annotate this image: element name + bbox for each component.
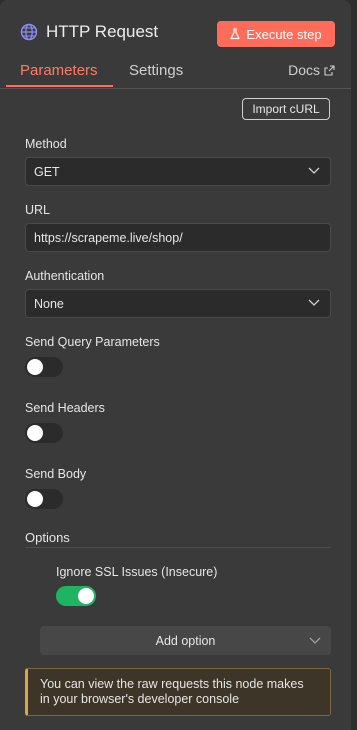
toggle-knob: [27, 359, 43, 375]
panel-header: HTTP Request Execute step: [0, 0, 351, 62]
url-input[interactable]: https://scrapeme.live/shop/: [25, 223, 331, 252]
scrollbar[interactable]: [351, 0, 357, 730]
external-link-icon: [324, 64, 335, 76]
send-body-toggle[interactable]: [25, 489, 63, 509]
options-heading: Options: [25, 530, 70, 545]
method-value: GET: [34, 164, 60, 179]
send-headers-toggle[interactable]: [25, 423, 63, 443]
method-label: Method: [25, 137, 67, 151]
authentication-value: None: [34, 296, 64, 311]
add-option-dropdown[interactable]: Add option: [40, 626, 331, 655]
send-body-label: Send Body: [25, 467, 87, 481]
globe-icon: [20, 23, 38, 41]
method-select[interactable]: GET: [25, 157, 331, 186]
ignore-ssl-toggle[interactable]: [56, 586, 96, 606]
execute-step-label: Execute step: [246, 26, 322, 42]
send-query-label: Send Query Parameters: [25, 335, 160, 349]
node-panel: HTTP Request Execute step Parameters Set…: [0, 0, 351, 730]
execute-step-button[interactable]: Execute step: [217, 21, 335, 47]
chevron-down-icon: [308, 299, 320, 306]
toggle-knob: [78, 588, 94, 604]
active-tab-indicator: [6, 85, 113, 87]
import-curl-button[interactable]: Import cURL: [242, 98, 330, 120]
toggle-knob: [27, 425, 43, 441]
docs-label: Docs: [288, 62, 320, 78]
authentication-label: Authentication: [25, 269, 105, 283]
notice-line-1: You can view the raw requests this node …: [40, 677, 304, 691]
ignore-ssl-label: Ignore SSL Issues (Insecure): [56, 565, 218, 579]
add-option-label: Add option: [155, 633, 216, 648]
options-divider: [25, 547, 331, 548]
notice-line-2: in your browser's developer console: [40, 692, 240, 706]
tab-parameters[interactable]: Parameters: [20, 62, 98, 79]
tab-settings[interactable]: Settings: [129, 62, 183, 79]
url-label: URL: [25, 203, 51, 217]
flask-icon: [230, 28, 241, 40]
send-headers-label: Send Headers: [25, 401, 105, 415]
node-title: HTTP Request: [46, 22, 159, 41]
toggle-knob: [27, 491, 43, 507]
authentication-select[interactable]: None: [25, 289, 331, 318]
info-notice: You can view the raw requests this node …: [25, 668, 331, 716]
chevron-down-icon: [309, 637, 321, 644]
docs-link[interactable]: Docs: [288, 62, 335, 78]
chevron-down-icon: [308, 167, 320, 174]
send-query-toggle[interactable]: [25, 357, 63, 377]
tab-bar: Parameters Settings Docs: [0, 58, 351, 89]
url-value: https://scrapeme.live/shop/: [34, 230, 183, 245]
